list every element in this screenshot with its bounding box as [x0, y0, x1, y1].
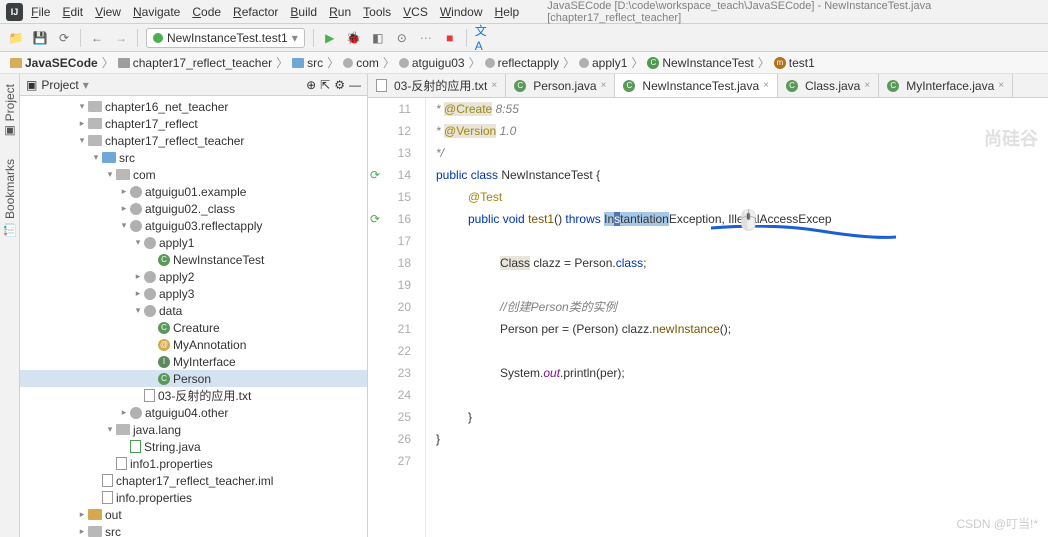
menu-file[interactable]: File	[25, 3, 56, 21]
tree-item[interactable]: ▾chapter16_net_teacher	[20, 98, 367, 115]
close-icon[interactable]: ×	[864, 80, 870, 91]
tree-item[interactable]: info1.properties	[20, 455, 367, 472]
tree-item[interactable]: ▾java.lang	[20, 421, 367, 438]
window-title: JavaSECode [D:\code\workspace_teach\Java…	[547, 0, 1042, 24]
bc-src[interactable]: src	[292, 56, 323, 70]
menu-help[interactable]: Help	[489, 3, 526, 21]
side-tool-strip: ▣ Project 📑 Bookmarks	[0, 74, 20, 537]
bc-class[interactable]: CNewInstanceTest	[647, 56, 753, 70]
bc-pkg[interactable]: atguigu03	[399, 56, 465, 70]
profile-icon[interactable]: ⊙	[394, 30, 410, 46]
tree-item[interactable]: ▸atguigu02._class	[20, 200, 367, 217]
tree-item[interactable]: info.properties	[20, 489, 367, 506]
bc-module[interactable]: chapter17_reflect_teacher	[118, 56, 272, 70]
translate-icon[interactable]: 文A	[475, 30, 491, 46]
select-opened-icon[interactable]: ⊕	[306, 78, 316, 92]
tree-item[interactable]: ▾src	[20, 149, 367, 166]
tree-item[interactable]: ▸chapter17_reflect	[20, 115, 367, 132]
watermark: 尚硅谷	[984, 128, 1038, 150]
tree-item[interactable]: MyInterface	[20, 353, 367, 370]
close-icon[interactable]: ×	[601, 80, 607, 91]
menu-refactor[interactable]: Refactor	[227, 3, 284, 21]
tree-item[interactable]: ▸atguigu04.other	[20, 404, 367, 421]
menu-window[interactable]: Window	[434, 3, 489, 21]
tree-item[interactable]: Creature	[20, 319, 367, 336]
debug-icon[interactable]: 🐞	[346, 30, 362, 46]
attach-icon[interactable]: ⋯	[418, 30, 434, 46]
tree-item[interactable]: Person	[20, 370, 367, 387]
tree-item[interactable]: MyAnnotation	[20, 336, 367, 353]
tree-item[interactable]: chapter17_reflect_teacher.iml	[20, 472, 367, 489]
sync-icon[interactable]: ⟳	[56, 30, 72, 46]
close-icon[interactable]: ×	[998, 80, 1004, 91]
editor-tab[interactable]: 03-反射的应用.txt×	[368, 74, 506, 97]
bc-pkg[interactable]: apply1	[579, 56, 627, 70]
tree-item[interactable]: ▸apply3	[20, 285, 367, 302]
editor-tab[interactable]: Person.java×	[506, 74, 615, 97]
save-icon[interactable]: 💾	[32, 30, 48, 46]
back-icon[interactable]: ←	[89, 30, 105, 46]
project-panel-header: ▣Project▾ ⊕ ⇱ ⚙ —	[20, 74, 367, 96]
menu-bar: IJ FileEditViewNavigateCodeRefactorBuild…	[0, 0, 1048, 24]
hide-icon[interactable]: —	[349, 78, 361, 92]
toolbar: 📁 💾 ⟳ ← → NewInstanceTest.test1 ▾ ▶ 🐞 ◧ …	[0, 24, 1048, 52]
editor-tab[interactable]: Class.java×	[778, 74, 879, 97]
editor: 03-反射的应用.txt×Person.java×NewInstanceTest…	[368, 74, 1048, 537]
run-gutter-icon[interactable]: ⟳	[370, 164, 380, 186]
menu-run[interactable]: Run	[323, 3, 357, 21]
tree-item[interactable]: ▾com	[20, 166, 367, 183]
collapse-icon[interactable]: ⚙	[334, 78, 345, 92]
tree-item[interactable]: ▸atguigu01.example	[20, 183, 367, 200]
bc-pkg[interactable]: com	[343, 56, 379, 70]
code-area[interactable]: 11121314⟳1516⟳1718192021222324252627 尚硅谷…	[368, 98, 1048, 537]
editor-tab[interactable]: MyInterface.java×	[879, 74, 1013, 97]
project-panel: ▣Project▾ ⊕ ⇱ ⚙ — ▾chapter16_net_teacher…	[20, 74, 368, 537]
editor-tabs: 03-反射的应用.txt×Person.java×NewInstanceTest…	[368, 74, 1048, 98]
forward-icon[interactable]: →	[113, 30, 129, 46]
menu-navigate[interactable]: Navigate	[127, 3, 186, 21]
tree-item[interactable]: NewInstanceTest	[20, 251, 367, 268]
tree-item[interactable]: ▾data	[20, 302, 367, 319]
bc-pkg[interactable]: reflectapply	[485, 56, 559, 70]
breadcrumb: JavaSECode 〉 chapter17_reflect_teacher 〉…	[0, 52, 1048, 74]
coverage-icon[interactable]: ◧	[370, 30, 386, 46]
tree-item[interactable]: ▾apply1	[20, 234, 367, 251]
app-logo: IJ	[6, 3, 23, 21]
menu-code[interactable]: Code	[186, 3, 227, 21]
tree-item[interactable]: ▾atguigu03.reflectapply	[20, 217, 367, 234]
bc-project[interactable]: JavaSECode	[10, 56, 98, 70]
tree-item[interactable]: ▸apply2	[20, 268, 367, 285]
project-tree[interactable]: ▾chapter16_net_teacher▸chapter17_reflect…	[20, 96, 367, 537]
bookmarks-tool-button[interactable]: 📑 Bookmarks	[3, 159, 17, 237]
expand-icon[interactable]: ⇱	[320, 78, 330, 92]
close-icon[interactable]: ×	[491, 80, 497, 91]
menu-edit[interactable]: Edit	[56, 3, 89, 21]
close-icon[interactable]: ×	[763, 80, 769, 91]
tree-item[interactable]: ▾chapter17_reflect_teacher	[20, 132, 367, 149]
run-icon[interactable]: ▶	[322, 30, 338, 46]
tree-item[interactable]: ▸out	[20, 506, 367, 523]
watermark-csdn: CSDN @叮当!*	[956, 515, 1038, 532]
project-tool-button[interactable]: ▣ Project	[3, 84, 17, 139]
cursor-pointer-icon: 🖱️	[736, 210, 761, 232]
open-icon[interactable]: 📁	[8, 30, 24, 46]
bc-method[interactable]: mtest1	[774, 56, 815, 70]
menu-vcs[interactable]: VCS	[397, 3, 434, 21]
run-config-selector[interactable]: NewInstanceTest.test1 ▾	[146, 28, 305, 48]
menu-view[interactable]: View	[89, 3, 127, 21]
tree-item[interactable]: 03-反射的应用.txt	[20, 387, 367, 404]
menu-build[interactable]: Build	[284, 3, 323, 21]
run-gutter-icon[interactable]: ⟳	[370, 208, 380, 230]
tree-item[interactable]: String.java	[20, 438, 367, 455]
menu-tools[interactable]: Tools	[357, 3, 397, 21]
tree-item[interactable]: ▸src	[20, 523, 367, 537]
editor-tab[interactable]: NewInstanceTest.java×	[615, 74, 778, 97]
gutter[interactable]: 11121314⟳1516⟳1718192021222324252627	[368, 98, 426, 537]
stop-icon[interactable]: ■	[442, 30, 458, 46]
